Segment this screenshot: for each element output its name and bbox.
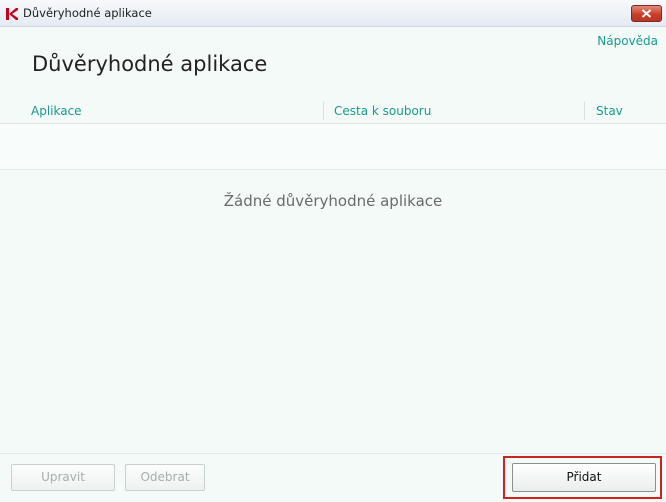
table-first-row-area [0,124,666,170]
page-title: Důvěryhodné aplikace [32,52,268,76]
column-header-application[interactable]: Aplikace [31,104,82,118]
empty-table-message: Žádné důvěryhodné aplikace [223,192,443,210]
close-icon [641,9,652,18]
dialog-window: Důvěryhodné aplikace Nápověda Důvěryhodn… [0,0,666,502]
title-bar: Důvěryhodné aplikace [0,0,666,27]
footer-divider [0,453,666,454]
close-button[interactable] [631,5,662,22]
help-link[interactable]: Nápověda [597,34,658,48]
remove-button[interactable]: Odebrat [125,464,205,491]
column-divider[interactable] [584,102,585,120]
edit-button[interactable]: Upravit [11,464,115,491]
column-header-status[interactable]: Stav [596,104,623,118]
window-title: Důvěryhodné aplikace [23,6,152,20]
table-header: Aplikace Cesta k souboru Stav [0,98,666,124]
kaspersky-logo-icon [5,6,19,20]
column-header-file-path[interactable]: Cesta k souboru [334,104,431,118]
add-button[interactable]: Přidat [512,463,656,492]
column-divider[interactable] [323,102,324,120]
